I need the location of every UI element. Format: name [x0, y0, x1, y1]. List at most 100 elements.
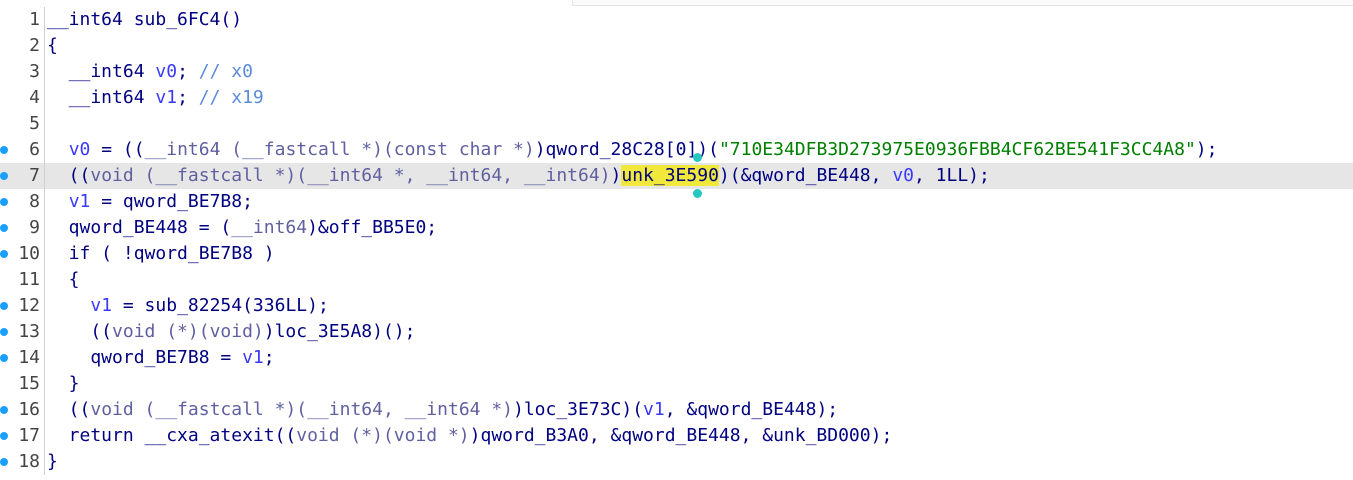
- code-token: )qword_28C28[: [534, 139, 676, 160]
- breakpoint-dot-icon[interactable]: [0, 172, 8, 180]
- breakpoint-dot-icon[interactable]: [0, 198, 8, 206]
- code-text[interactable]: v1 = sub_82254(336LL);: [47, 293, 329, 319]
- breakpoint-dot-icon[interactable]: [0, 406, 8, 414]
- code-token: 0: [675, 139, 687, 160]
- code-line[interactable]: 15 }: [0, 371, 1353, 397]
- code-line[interactable]: 10 if ( !qword_BE7B8 ): [0, 241, 1353, 267]
- highlighted-identifier[interactable]: unk_3E590: [621, 165, 719, 186]
- breakpoint-dot-icon[interactable]: [0, 458, 8, 466]
- code-token: v0: [892, 165, 914, 186]
- code-line[interactable]: 16 ((void (__fastcall *)(__int64, __int6…: [0, 397, 1353, 423]
- breakpoint-dot-icon[interactable]: [0, 328, 8, 336]
- breakpoint-dot-icon[interactable]: [0, 354, 8, 362]
- breakpoint-dot-icon[interactable]: [0, 250, 8, 258]
- code-text[interactable]: ((void (__fastcall *)(__int64 *, __int64…: [47, 163, 990, 189]
- code-token: }: [47, 373, 80, 394]
- line-gutter[interactable]: 3: [0, 59, 45, 85]
- code-text[interactable]: {: [47, 267, 80, 293]
- line-gutter[interactable]: 5: [0, 111, 45, 137]
- line-gutter[interactable]: 12: [0, 293, 45, 319]
- code-line[interactable]: 3 __int64 v0; // x0: [0, 59, 1353, 85]
- code-line[interactable]: 14 qword_BE7B8 = v1;: [0, 345, 1353, 371]
- line-gutter[interactable]: 8: [0, 189, 45, 215]
- line-number: 13: [18, 321, 40, 342]
- code-text[interactable]: {: [47, 33, 58, 59]
- line-gutter[interactable]: 2: [0, 33, 45, 59]
- line-gutter[interactable]: 14: [0, 345, 45, 371]
- breakpoint-dot-icon[interactable]: [0, 224, 8, 232]
- code-text[interactable]: if ( !qword_BE7B8 ): [47, 241, 275, 267]
- line-number: 8: [29, 191, 40, 212]
- code-token: void (__fastcall *)(__int64, __int64 *): [90, 399, 513, 420]
- code-text[interactable]: return __cxa_atexit((void (*)(void *))qw…: [47, 423, 893, 449]
- code-line[interactable]: 6 v0 = ((__int64 (__fastcall *)(const ch…: [0, 137, 1353, 163]
- code-line[interactable]: 8 v1 = qword_BE7B8;: [0, 189, 1353, 215]
- line-gutter[interactable]: 6: [0, 137, 45, 163]
- line-gutter[interactable]: 16: [0, 397, 45, 423]
- code-text[interactable]: v0 = ((__int64 (__fastcall *)(const char…: [47, 137, 1218, 163]
- code-line[interactable]: 13 ((void (*)(void))loc_3E5A8)();: [0, 319, 1353, 345]
- code-token: v0: [68, 139, 91, 160]
- line-gutter[interactable]: 13: [0, 319, 45, 345]
- line-number: 2: [29, 35, 40, 56]
- code-text[interactable]: __int64 v1; // x19: [47, 85, 264, 111]
- code-token: v1: [242, 347, 264, 368]
- line-gutter[interactable]: 11: [0, 267, 45, 293]
- code-line[interactable]: 1 __int64 sub_6FC4(): [0, 7, 1353, 33]
- code-token: )qword_B3A0, &qword_BE448, &unk_BD000);: [469, 425, 893, 446]
- line-gutter[interactable]: 4: [0, 85, 45, 111]
- line-gutter[interactable]: 1: [0, 7, 45, 33]
- code-line[interactable]: 9 qword_BE448 = (__int64)&off_BB5E0;: [0, 215, 1353, 241]
- code-token: void (__fastcall *)(__int64 *, __int64, …: [90, 165, 611, 186]
- code-text[interactable]: ((void (__fastcall *)(__int64, __int64 *…: [47, 397, 838, 423]
- line-number: 3: [29, 61, 40, 82]
- code-line[interactable]: 11 {: [0, 267, 1353, 293]
- code-text[interactable]: v1 = qword_BE7B8;: [47, 189, 253, 215]
- pseudocode-editor[interactable]: 1 __int64 sub_6FC4() 2{3 __int64 v0; // x0…: [0, 7, 1353, 475]
- code-token: // x0: [198, 61, 253, 82]
- code-token: return __cxa_atexit((: [47, 425, 297, 446]
- code-token: qword_BE7B8 =: [47, 347, 243, 368]
- code-token: = sub_82254(336LL);: [112, 295, 329, 316]
- code-text[interactable]: ((void (*)(void))loc_3E5A8)();: [47, 319, 415, 345]
- line-gutter[interactable]: 17: [0, 423, 45, 449]
- code-token: void (*)(void *): [296, 425, 470, 446]
- line-gutter[interactable]: 7: [0, 163, 45, 189]
- code-token: , 1LL);: [914, 165, 990, 186]
- code-line[interactable]: 4 __int64 v1; // x19: [0, 85, 1353, 111]
- line-number: 15: [18, 373, 40, 394]
- code-text[interactable]: }: [47, 371, 80, 397]
- code-token: qword_BE448 = (: [47, 217, 232, 238]
- code-text[interactable]: qword_BE448 = (__int64)&off_BB5E0;: [47, 215, 437, 241]
- code-token: );: [1195, 139, 1218, 160]
- breakpoint-dot-icon[interactable]: [0, 302, 8, 310]
- line-gutter[interactable]: 18: [0, 449, 45, 475]
- code-text[interactable]: __int64 v0; // x0: [47, 59, 253, 85]
- code-text[interactable]: __int64 sub_6FC4(): [47, 7, 242, 33]
- line-number: 11: [18, 269, 40, 290]
- line-gutter[interactable]: 9: [0, 215, 45, 241]
- breakpoint-dot-icon[interactable]: [0, 432, 8, 440]
- code-token: = qword_BE7B8;: [90, 191, 253, 212]
- code-token: , &qword_BE448);: [664, 399, 839, 420]
- code-token: ;: [263, 347, 275, 368]
- code-line[interactable]: 2{: [0, 33, 1353, 59]
- code-text[interactable]: }: [47, 449, 58, 475]
- line-gutter[interactable]: 15: [0, 371, 45, 397]
- breakpoint-dot-icon[interactable]: [0, 146, 8, 154]
- code-line[interactable]: 7 ((void (__fastcall *)(__int64 *, __int…: [0, 163, 1353, 189]
- code-token: void (*)(void): [112, 321, 264, 342]
- code-token: ;: [177, 87, 199, 108]
- line-number: 4: [29, 87, 40, 108]
- code-line[interactable]: 5: [0, 111, 1353, 137]
- code-line[interactable]: 17 return __cxa_atexit((void (*)(void *)…: [0, 423, 1353, 449]
- code-token: __int64: [47, 87, 156, 108]
- code-text[interactable]: qword_BE7B8 = v1;: [47, 345, 275, 371]
- line-number: 9: [29, 217, 40, 238]
- code-line[interactable]: 18}: [0, 449, 1353, 475]
- code-line[interactable]: 12 v1 = sub_82254(336LL);: [0, 293, 1353, 319]
- code-token: __int64: [231, 217, 308, 238]
- line-gutter[interactable]: 10: [0, 241, 45, 267]
- code-token: ((: [47, 321, 113, 342]
